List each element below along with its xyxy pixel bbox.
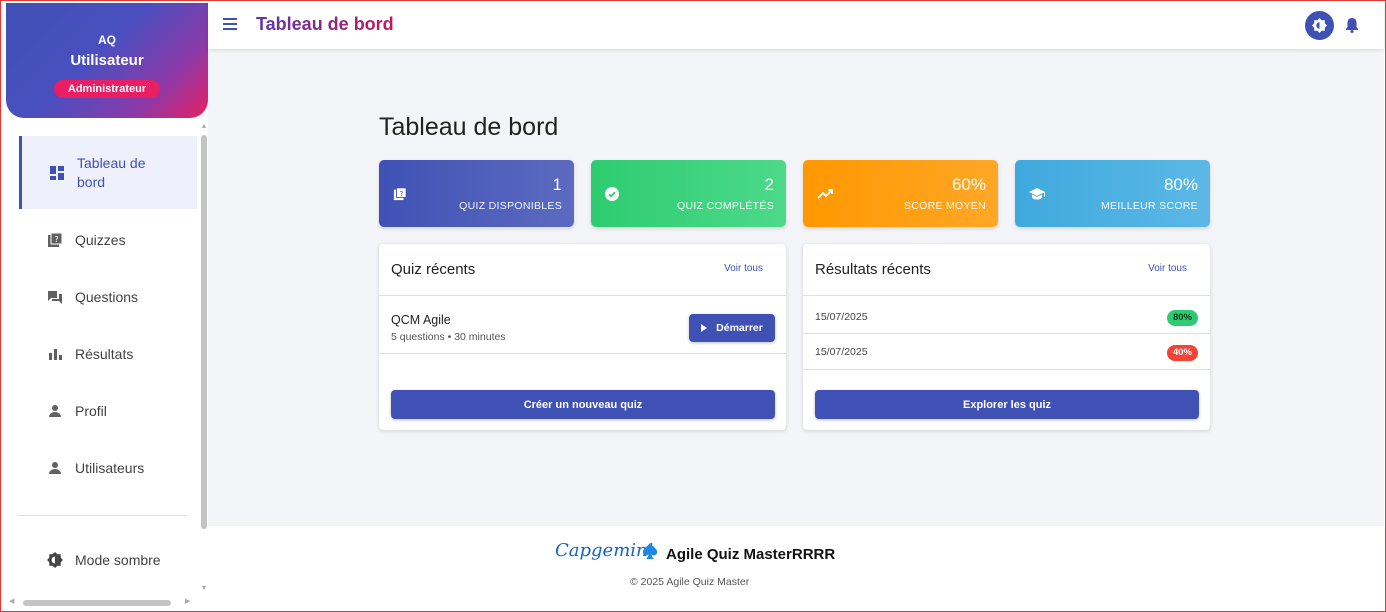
app-title: Tableau de bord	[256, 14, 394, 34]
scroll-left-arrow-icon[interactable]: ◀	[9, 597, 14, 605]
sidebar-item-quizzes[interactable]: ? Quizzes	[19, 211, 197, 268]
sidebar-item-label: Résultats	[75, 345, 134, 362]
school-icon	[1029, 187, 1045, 201]
quiz-icon: ?	[47, 232, 63, 248]
sidebar-item-dashboard[interactable]: Tableau de bord	[19, 136, 197, 209]
stat-card-average: 60% SCORE MOYEN	[803, 160, 998, 227]
divider	[379, 353, 786, 354]
forum-icon	[47, 289, 63, 305]
sidebar-item-users[interactable]: Utilisateurs	[19, 439, 197, 496]
sidebar-item-label: Profil	[75, 402, 107, 419]
stat-label: QUIZ COMPLÉTÉS	[677, 200, 774, 212]
divider	[803, 333, 1210, 334]
stat-card-available: ? 1 QUIZ DISPONIBLES	[379, 160, 574, 227]
result-date: 15/07/2025	[815, 346, 868, 358]
divider	[379, 295, 786, 296]
divider	[803, 369, 1210, 370]
sidebar-item-results[interactable]: Résultats	[19, 325, 197, 382]
check-circle-icon	[605, 187, 619, 201]
stat-value: 2	[764, 175, 774, 194]
explore-quizzes-button[interactable]: Explorer les quiz	[815, 390, 1199, 419]
spade-logo-icon	[641, 542, 659, 560]
dark-mode-label: Mode sombre	[75, 551, 161, 568]
scrollbar-thumb[interactable]	[201, 135, 207, 529]
stat-value: 60%	[951, 175, 986, 194]
role-badge: Administrateur	[54, 80, 160, 98]
score-badge: 40%	[1166, 345, 1198, 361]
card-title: Résultats récents	[815, 261, 931, 278]
result-date: 15/07/2025	[815, 311, 868, 323]
quiz-name: QCM Agile	[391, 313, 451, 327]
quiz-icon: ?	[393, 187, 407, 201]
sidebar-vertical-scrollbar[interactable]: ▲ ▼	[200, 123, 208, 599]
start-label: Démarrer	[716, 322, 763, 334]
page-title: Tableau de bord	[379, 113, 559, 141]
brand-name: Agile Quiz MasterRRRR	[666, 546, 836, 563]
top-bar: Tableau de bord	[208, 1, 1384, 49]
capgemini-logo: Capgemini	[555, 540, 654, 561]
play-icon	[701, 324, 708, 332]
svg-text:?: ?	[54, 235, 58, 244]
profile-card: AQ Utilisateur Administrateur	[6, 3, 208, 118]
sidebar-item-profile[interactable]: Profil	[19, 382, 197, 439]
sidebar-item-questions[interactable]: Questions	[19, 268, 197, 325]
trending-up-icon	[817, 187, 833, 201]
stat-label: QUIZ DISPONIBLES	[459, 200, 562, 212]
user-name: Utilisateur	[70, 52, 144, 69]
divider	[803, 295, 1210, 296]
sidebar-divider	[17, 515, 187, 516]
scrollbar-thumb[interactable]	[23, 600, 171, 606]
sidebar-horizontal-scrollbar[interactable]: ◀ ▶	[9, 597, 194, 607]
stat-card-completed: 2 QUIZ COMPLÉTÉS	[591, 160, 786, 227]
dashboard-icon	[49, 165, 65, 181]
menu-icon[interactable]	[223, 18, 237, 30]
quiz-meta: 5 questions • 30 minutes	[391, 331, 506, 343]
sidebar-item-label: Tableau de bord	[77, 154, 146, 190]
score-badge: 80%	[1166, 310, 1198, 326]
notifications-bell-icon[interactable]	[1345, 17, 1359, 33]
see-all-quizzes-link[interactable]: Voir tous	[724, 263, 763, 274]
sidebar-item-label: Utilisateurs	[75, 459, 145, 476]
start-quiz-button[interactable]: Démarrer	[689, 314, 775, 342]
stat-value: 1	[552, 175, 562, 194]
copyright: © 2025 Agile Quiz Master	[630, 576, 750, 588]
main-content: Tableau de bord ? 1 QUIZ DISPONIBLES 2 Q…	[208, 49, 1384, 526]
card-title: Quiz récents	[391, 261, 476, 278]
brightness-icon	[47, 551, 63, 568]
stat-value: 80%	[1163, 175, 1198, 194]
recent-results-card: Résultats récents Voir tous 15/07/2025 8…	[803, 244, 1210, 430]
dark-mode-toggle[interactable]: Mode sombre	[19, 531, 197, 588]
footer: Capgemini Agile Quiz MasterRRRR © 2025 A…	[208, 526, 1384, 611]
brightness-icon	[1312, 18, 1327, 33]
sidebar-item-label: Questions	[75, 288, 139, 305]
see-all-results-link[interactable]: Voir tous	[1148, 263, 1187, 274]
scroll-down-arrow-icon[interactable]: ▼	[200, 585, 208, 592]
stat-label: MEILLEUR SCORE	[1101, 200, 1198, 212]
stat-label: SCORE MOYEN	[903, 200, 986, 212]
stat-card-best: 80% MEILLEUR SCORE	[1015, 160, 1210, 227]
svg-text:?: ?	[399, 190, 403, 198]
bar-chart-icon	[47, 346, 63, 362]
sidebar-item-label: Quizzes	[75, 231, 126, 248]
scroll-right-arrow-icon[interactable]: ▶	[185, 597, 190, 605]
sidebar: AQ Utilisateur Administrateur Tableau de…	[1, 1, 208, 611]
theme-toggle-button[interactable]	[1305, 11, 1334, 40]
create-quiz-button[interactable]: Créer un nouveau quiz	[391, 390, 775, 419]
person-icon	[47, 403, 63, 419]
scroll-up-arrow-icon[interactable]: ▲	[200, 123, 208, 130]
recent-quizzes-card: Quiz récents Voir tous QCM Agile 5 quest…	[379, 244, 786, 430]
person-icon	[47, 460, 63, 476]
avatar-initials: AQ	[98, 33, 116, 47]
